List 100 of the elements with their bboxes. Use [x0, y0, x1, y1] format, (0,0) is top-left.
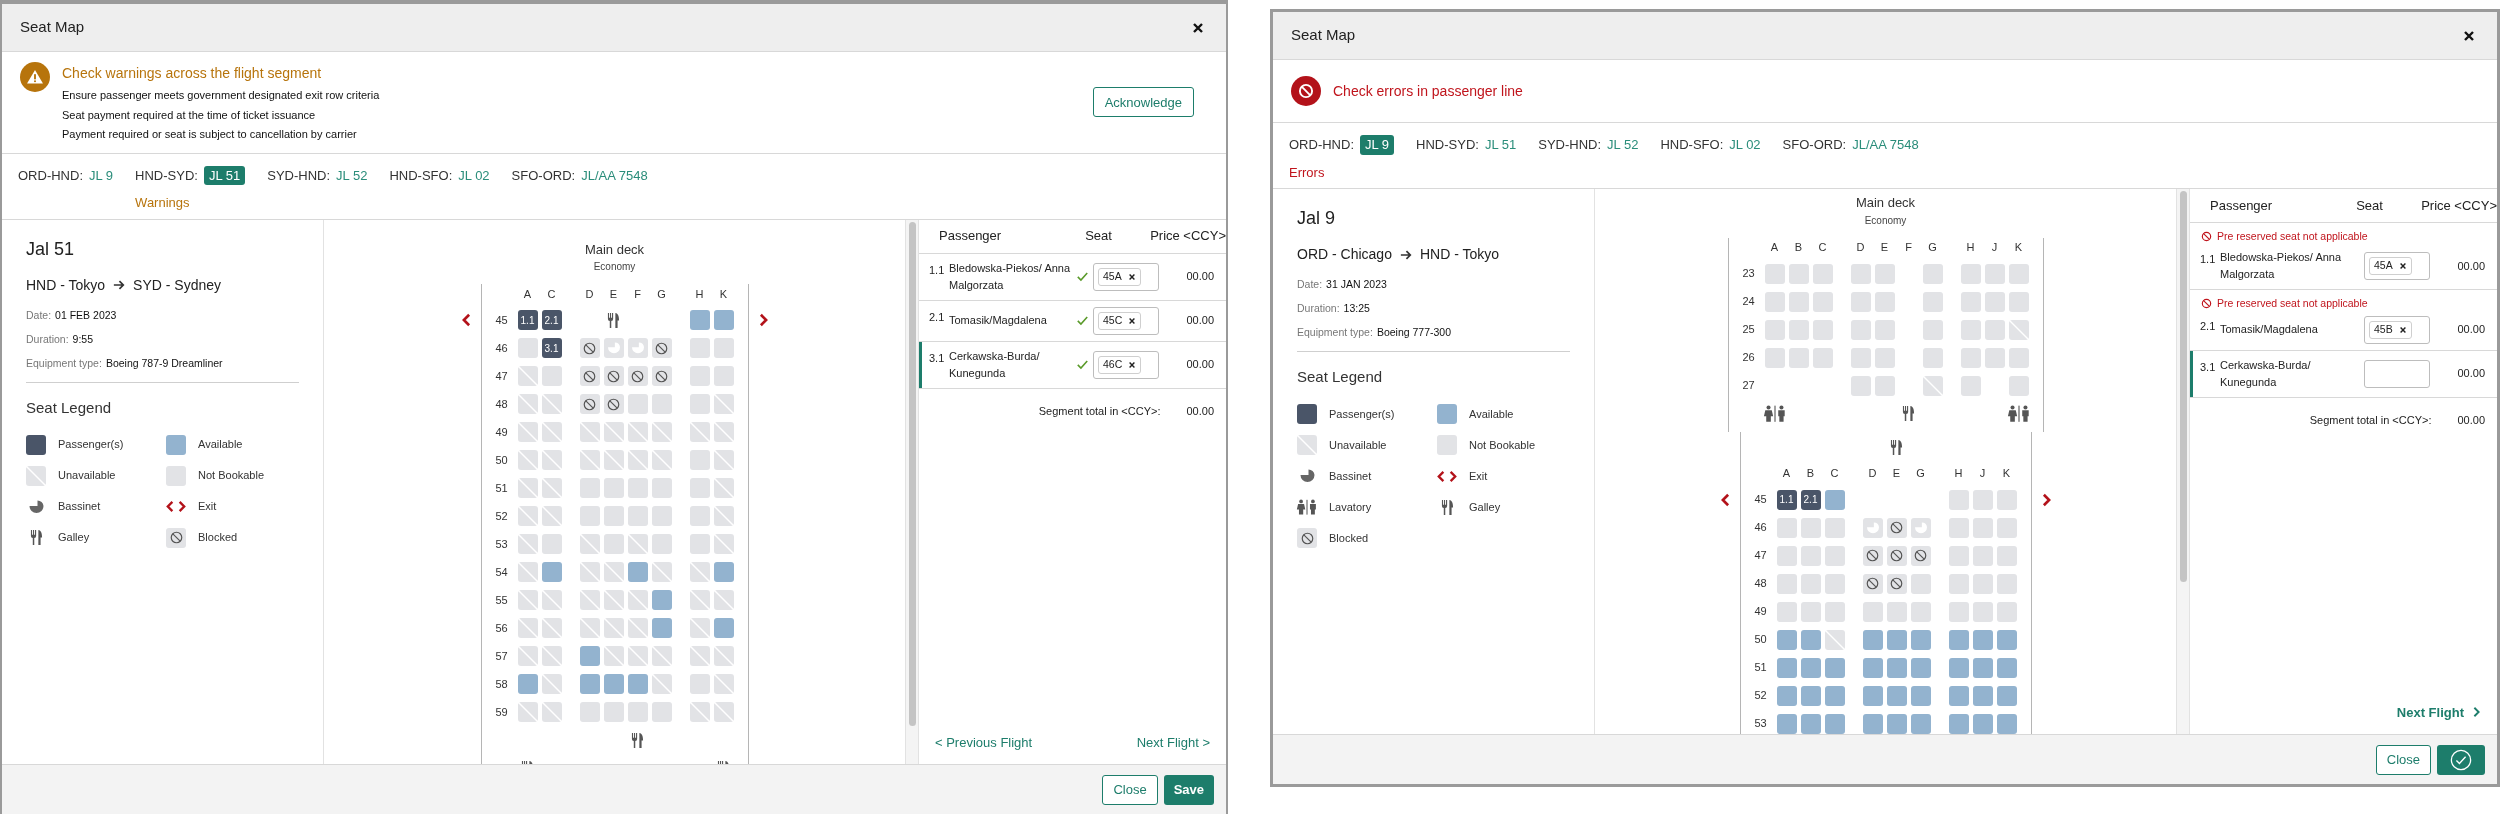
available-seat[interactable]	[1948, 657, 1969, 678]
available-seat[interactable]	[713, 562, 734, 582]
passenger-seat[interactable]: 2.1	[1800, 489, 1821, 510]
available-seat[interactable]	[603, 674, 624, 694]
available-seat[interactable]	[1776, 713, 1797, 734]
scrollbar[interactable]	[2177, 189, 2189, 734]
available-seat[interactable]	[1824, 685, 1845, 706]
available-seat[interactable]	[651, 618, 672, 638]
available-seat[interactable]	[713, 618, 734, 638]
available-seat[interactable]	[1862, 713, 1883, 734]
passenger-seat[interactable]: 1.1	[1776, 489, 1797, 510]
passenger-row[interactable]: Pre reserved seat not applicable 1.1 Bledowska-Piekos/ Anna Malgorzata 45A 00.00	[2190, 223, 2497, 290]
available-seat[interactable]	[1862, 685, 1883, 706]
available-seat[interactable]	[1886, 685, 1907, 706]
available-seat[interactable]	[1972, 685, 1993, 706]
available-seat[interactable]	[1972, 657, 1993, 678]
seat-field[interactable]	[2364, 359, 2430, 388]
close-button[interactable]: Close	[1102, 774, 1158, 805]
acknowledge-button[interactable]: Acknowledge	[1092, 87, 1194, 118]
flight-tab[interactable]: JL 51	[1484, 135, 1517, 155]
available-seat[interactable]	[1910, 629, 1931, 650]
passenger-row[interactable]: 3.1 Cerkawska-Burda/ Kunegunda 46C 00.00	[919, 341, 1226, 389]
seat-field[interactable]: 45A	[1093, 262, 1159, 291]
flight-tab[interactable]: JL/AA 7548	[1852, 135, 1919, 155]
flight-tab[interactable]: JL 9	[1360, 135, 1395, 155]
available-seat[interactable]	[1886, 657, 1907, 678]
available-seat[interactable]	[1996, 657, 2017, 678]
confirm-button[interactable]	[2437, 744, 2485, 775]
passenger-row[interactable]: 1.1 Bledowska-Piekos/ Anna Malgorzata 45A 00.00	[919, 253, 1226, 301]
available-seat[interactable]	[1948, 629, 1969, 650]
available-seat[interactable]	[1862, 657, 1883, 678]
seat-field[interactable]: 46C	[1093, 350, 1159, 379]
passenger-seat[interactable]: 1.1	[517, 310, 538, 330]
available-seat[interactable]	[1910, 657, 1931, 678]
flight-tab[interactable]: JL 02	[458, 165, 490, 185]
seat-field[interactable]: 45B	[2364, 315, 2430, 344]
flight-title: Jal 9	[1297, 207, 1337, 230]
remove-button[interactable]	[2398, 261, 2407, 270]
save-button[interactable]: Save	[1163, 774, 1214, 805]
available-seat[interactable]	[517, 674, 538, 694]
available-seat[interactable]	[651, 590, 672, 610]
origin-label: ORD - Chicago	[1297, 245, 1392, 264]
next-flight-link[interactable]: Next Flight	[2396, 702, 2481, 722]
available-seat[interactable]	[1800, 685, 1821, 706]
seat-code: 45B	[2374, 321, 2393, 337]
available-seat[interactable]	[1824, 657, 1845, 678]
available-seat[interactable]	[1776, 657, 1797, 678]
available-seat[interactable]	[627, 674, 648, 694]
seat-field[interactable]: 45A	[2364, 251, 2430, 280]
available-seat[interactable]	[1948, 685, 1969, 706]
available-seat[interactable]	[541, 562, 562, 582]
remove-button[interactable]	[1127, 272, 1136, 281]
available-seat[interactable]	[1824, 489, 1845, 510]
available-seat[interactable]	[1972, 713, 1993, 734]
available-seat[interactable]	[1886, 713, 1907, 734]
passenger-row[interactable]: Pre reserved seat not applicable 2.1 Tomasik/Magdalena 45B 00.00	[2190, 289, 2497, 351]
passenger-seat[interactable]: 2.1	[541, 310, 562, 330]
available-seat[interactable]	[1800, 713, 1821, 734]
available-seat[interactable]	[1972, 629, 1993, 650]
available-seat[interactable]	[1824, 713, 1845, 734]
available-seat[interactable]	[579, 646, 600, 666]
available-seat[interactable]	[1776, 685, 1797, 706]
available-seat[interactable]	[713, 310, 734, 330]
remove-button[interactable]	[1128, 360, 1137, 369]
flight-tab[interactable]: JL 51	[203, 165, 246, 185]
row-number: 27	[1742, 378, 1756, 394]
available-seat[interactable]	[1996, 685, 2017, 706]
column-header: Price <CCY>	[2421, 196, 2497, 215]
passenger-seat[interactable]: 3.1	[541, 338, 562, 358]
available-seat[interactable]	[1800, 629, 1821, 650]
flight-tab[interactable]: JL 52	[1607, 135, 1639, 155]
error-message: Pre reserved seat not applicable	[2217, 229, 2368, 244]
legend-label: Not Bookable	[1469, 437, 1536, 453]
available-seat[interactable]	[1776, 629, 1797, 650]
available-seat[interactable]	[1996, 629, 2017, 650]
scrollbar[interactable]	[906, 219, 918, 764]
close-button[interactable]: Close	[2375, 744, 2431, 775]
passenger-name: Tomasik/Magdalena	[2220, 322, 2319, 337]
flight-tab[interactable]: JL 02	[1729, 135, 1761, 155]
available-seat[interactable]	[689, 310, 710, 330]
remove-button[interactable]	[1128, 316, 1137, 325]
available-seat[interactable]	[1800, 657, 1821, 678]
remove-button[interactable]	[2398, 325, 2407, 334]
available-seat[interactable]	[1862, 629, 1883, 650]
available-seat[interactable]	[1910, 713, 1931, 734]
flight-tab[interactable]: JL/AA 7548	[581, 165, 648, 185]
flight-tab[interactable]: JL 9	[89, 165, 114, 185]
available-swatch	[1437, 404, 1457, 424]
previous-flight-link[interactable]: < Previous Flight	[935, 732, 1033, 752]
available-seat[interactable]	[1996, 713, 2017, 734]
passenger-row[interactable]: 3.1 Cerkawska-Burda/ Kunegunda 00.00	[2190, 350, 2497, 398]
flight-tab[interactable]: JL 52	[336, 165, 368, 185]
available-seat[interactable]	[1886, 629, 1907, 650]
available-seat[interactable]	[627, 562, 648, 582]
passenger-row[interactable]: 2.1 Tomasik/Magdalena 45C 00.00	[919, 300, 1226, 342]
available-seat[interactable]	[579, 674, 600, 694]
next-flight-link[interactable]: Next Flight >	[1136, 732, 1210, 752]
available-seat[interactable]	[1948, 713, 1969, 734]
available-seat[interactable]	[1910, 685, 1931, 706]
seat-field[interactable]: 45C	[1093, 306, 1159, 335]
